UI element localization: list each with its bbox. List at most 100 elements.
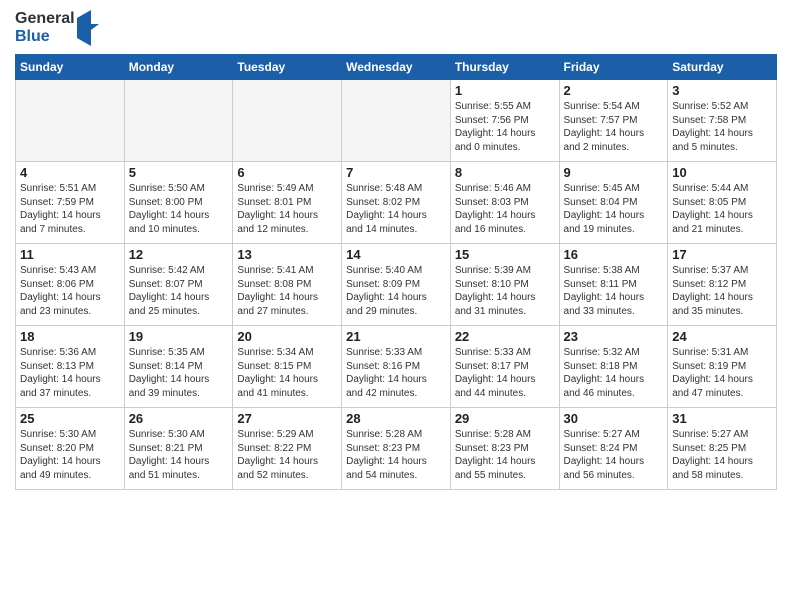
day-number: 4 xyxy=(20,165,120,180)
day-info: Sunrise: 5:44 AM Sunset: 8:05 PM Dayligh… xyxy=(672,182,772,236)
day-number: 3 xyxy=(672,83,772,98)
day-number: 9 xyxy=(564,165,664,180)
week-row-1: 1Sunrise: 5:55 AM Sunset: 7:56 PM Daylig… xyxy=(16,80,777,162)
calendar-cell: 8 Sunrise: 5:46 AM Sunset: 8:03 PM Daylig… xyxy=(450,162,559,244)
day-info: Sunrise: 5:33 AM Sunset: 8:17 PM Dayligh… xyxy=(455,346,555,400)
calendar-cell: 17 Sunrise: 5:37 AM Sunset: 8:12 PM Dayli… xyxy=(668,244,777,326)
weekday-header-monday: Monday xyxy=(124,55,233,80)
calendar-cell: 7 Sunrise: 5:48 AM Sunset: 8:02 PM Daylig… xyxy=(342,162,451,244)
weekday-header-thursday: Thursday xyxy=(450,55,559,80)
calendar-cell xyxy=(16,80,125,162)
day-number: 12 xyxy=(129,247,229,262)
day-number: 19 xyxy=(129,329,229,344)
calendar-cell: 24Sunrise: 5:31 AM Sunset: 8:19 PM Dayli… xyxy=(668,326,777,408)
day-info: Sunrise: 5:30 AM Sunset: 8:21 PM Dayligh… xyxy=(129,428,229,482)
calendar-cell: 19 Sunrise: 5:35 AM Sunset: 8:14 PM Dayli… xyxy=(124,326,233,408)
calendar-cell: 15 Sunrise: 5:39 AM Sunset: 8:10 PM Dayli… xyxy=(450,244,559,326)
calendar-cell: 30Sunrise: 5:27 AM Sunset: 8:24 PM Dayli… xyxy=(559,408,668,490)
day-number: 31 xyxy=(672,411,772,426)
day-info: Sunrise: 5:45 AM Sunset: 8:04 PM Dayligh… xyxy=(564,182,664,236)
day-info: Sunrise: 5:35 AM Sunset: 8:14 PM Dayligh… xyxy=(129,346,229,400)
day-info: Sunrise: 5:33 AM Sunset: 8:16 PM Dayligh… xyxy=(346,346,446,400)
week-row-3: 11Sunrise: 5:43 AM Sunset: 8:06 PM Dayli… xyxy=(16,244,777,326)
calendar-cell: 20 Sunrise: 5:34 AM Sunset: 8:15 PM Dayli… xyxy=(233,326,342,408)
day-info: Sunrise: 5:46 AM Sunset: 8:03 PM Dayligh… xyxy=(455,182,555,236)
day-info: Sunrise: 5:41 AM Sunset: 8:08 PM Dayligh… xyxy=(237,264,337,318)
day-info: Sunrise: 5:52 AM Sunset: 7:58 PM Dayligh… xyxy=(672,100,772,154)
day-number: 20 xyxy=(237,329,337,344)
weekday-header-friday: Friday xyxy=(559,55,668,80)
day-number: 2 xyxy=(564,83,664,98)
day-number: 8 xyxy=(455,165,555,180)
calendar-header: SundayMondayTuesdayWednesdayThursdayFrid… xyxy=(16,55,777,80)
weekday-header-wednesday: Wednesday xyxy=(342,55,451,80)
day-number: 27 xyxy=(237,411,337,426)
calendar-cell: 18Sunrise: 5:36 AM Sunset: 8:13 PM Dayli… xyxy=(16,326,125,408)
logo-arrow-icon xyxy=(77,10,99,46)
day-number: 1 xyxy=(455,83,555,98)
day-number: 22 xyxy=(455,329,555,344)
logo: General Blue xyxy=(15,10,99,46)
day-info: Sunrise: 5:51 AM Sunset: 7:59 PM Dayligh… xyxy=(20,182,120,236)
day-info: Sunrise: 5:37 AM Sunset: 8:12 PM Dayligh… xyxy=(672,264,772,318)
day-info: Sunrise: 5:54 AM Sunset: 7:57 PM Dayligh… xyxy=(564,100,664,154)
day-info: Sunrise: 5:28 AM Sunset: 8:23 PM Dayligh… xyxy=(346,428,446,482)
calendar-cell: 11Sunrise: 5:43 AM Sunset: 8:06 PM Dayli… xyxy=(16,244,125,326)
day-number: 5 xyxy=(129,165,229,180)
day-info: Sunrise: 5:50 AM Sunset: 8:00 PM Dayligh… xyxy=(129,182,229,236)
weekday-header-tuesday: Tuesday xyxy=(233,55,342,80)
calendar-cell xyxy=(233,80,342,162)
calendar-cell: 3 Sunrise: 5:52 AM Sunset: 7:58 PM Daylig… xyxy=(668,80,777,162)
day-number: 7 xyxy=(346,165,446,180)
day-info: Sunrise: 5:39 AM Sunset: 8:10 PM Dayligh… xyxy=(455,264,555,318)
day-info: Sunrise: 5:38 AM Sunset: 8:11 PM Dayligh… xyxy=(564,264,664,318)
day-number: 28 xyxy=(346,411,446,426)
weekday-header-row: SundayMondayTuesdayWednesdayThursdayFrid… xyxy=(16,55,777,80)
calendar-cell: 16 Sunrise: 5:38 AM Sunset: 8:11 PM Dayli… xyxy=(559,244,668,326)
day-number: 29 xyxy=(455,411,555,426)
day-number: 17 xyxy=(672,247,772,262)
day-info: Sunrise: 5:48 AM Sunset: 8:02 PM Dayligh… xyxy=(346,182,446,236)
day-number: 18 xyxy=(20,329,120,344)
day-number: 16 xyxy=(564,247,664,262)
calendar-cell: 2 Sunrise: 5:54 AM Sunset: 7:57 PM Daylig… xyxy=(559,80,668,162)
calendar-cell: 14Sunrise: 5:40 AM Sunset: 8:09 PM Dayli… xyxy=(342,244,451,326)
calendar-cell: 13 Sunrise: 5:41 AM Sunset: 8:08 PM Dayli… xyxy=(233,244,342,326)
calendar-cell: 12Sunrise: 5:42 AM Sunset: 8:07 PM Dayli… xyxy=(124,244,233,326)
day-info: Sunrise: 5:43 AM Sunset: 8:06 PM Dayligh… xyxy=(20,264,120,318)
calendar-cell xyxy=(124,80,233,162)
logo-blue: Blue xyxy=(15,28,75,46)
logo-general: General xyxy=(15,10,75,28)
week-row-4: 18Sunrise: 5:36 AM Sunset: 8:13 PM Dayli… xyxy=(16,326,777,408)
calendar-cell: 31 Sunrise: 5:27 AM Sunset: 8:25 PM Dayli… xyxy=(668,408,777,490)
day-info: Sunrise: 5:34 AM Sunset: 8:15 PM Dayligh… xyxy=(237,346,337,400)
calendar-cell: 27Sunrise: 5:29 AM Sunset: 8:22 PM Dayli… xyxy=(233,408,342,490)
day-number: 13 xyxy=(237,247,337,262)
weekday-header-sunday: Sunday xyxy=(16,55,125,80)
day-info: Sunrise: 5:28 AM Sunset: 8:23 PM Dayligh… xyxy=(455,428,555,482)
day-info: Sunrise: 5:31 AM Sunset: 8:19 PM Dayligh… xyxy=(672,346,772,400)
day-info: Sunrise: 5:27 AM Sunset: 8:25 PM Dayligh… xyxy=(672,428,772,482)
calendar-cell: 25Sunrise: 5:30 AM Sunset: 8:20 PM Dayli… xyxy=(16,408,125,490)
logo-graphic: General Blue xyxy=(15,10,99,46)
calendar-cell: 21Sunrise: 5:33 AM Sunset: 8:16 PM Dayli… xyxy=(342,326,451,408)
day-number: 10 xyxy=(672,165,772,180)
calendar-cell: 28 Sunrise: 5:28 AM Sunset: 8:23 PM Dayli… xyxy=(342,408,451,490)
day-number: 26 xyxy=(129,411,229,426)
calendar-cell: 10 Sunrise: 5:44 AM Sunset: 8:05 PM Dayli… xyxy=(668,162,777,244)
day-number: 30 xyxy=(564,411,664,426)
day-info: Sunrise: 5:32 AM Sunset: 8:18 PM Dayligh… xyxy=(564,346,664,400)
week-row-5: 25Sunrise: 5:30 AM Sunset: 8:20 PM Dayli… xyxy=(16,408,777,490)
weekday-header-saturday: Saturday xyxy=(668,55,777,80)
day-number: 25 xyxy=(20,411,120,426)
day-number: 23 xyxy=(564,329,664,344)
day-number: 6 xyxy=(237,165,337,180)
calendar-cell: 9 Sunrise: 5:45 AM Sunset: 8:04 PM Daylig… xyxy=(559,162,668,244)
calendar-cell: 22 Sunrise: 5:33 AM Sunset: 8:17 PM Dayli… xyxy=(450,326,559,408)
calendar-body: 1Sunrise: 5:55 AM Sunset: 7:56 PM Daylig… xyxy=(16,80,777,490)
calendar-cell: 6 Sunrise: 5:49 AM Sunset: 8:01 PM Daylig… xyxy=(233,162,342,244)
day-info: Sunrise: 5:49 AM Sunset: 8:01 PM Dayligh… xyxy=(237,182,337,236)
day-number: 15 xyxy=(455,247,555,262)
calendar-cell: 26 Sunrise: 5:30 AM Sunset: 8:21 PM Dayli… xyxy=(124,408,233,490)
day-number: 14 xyxy=(346,247,446,262)
